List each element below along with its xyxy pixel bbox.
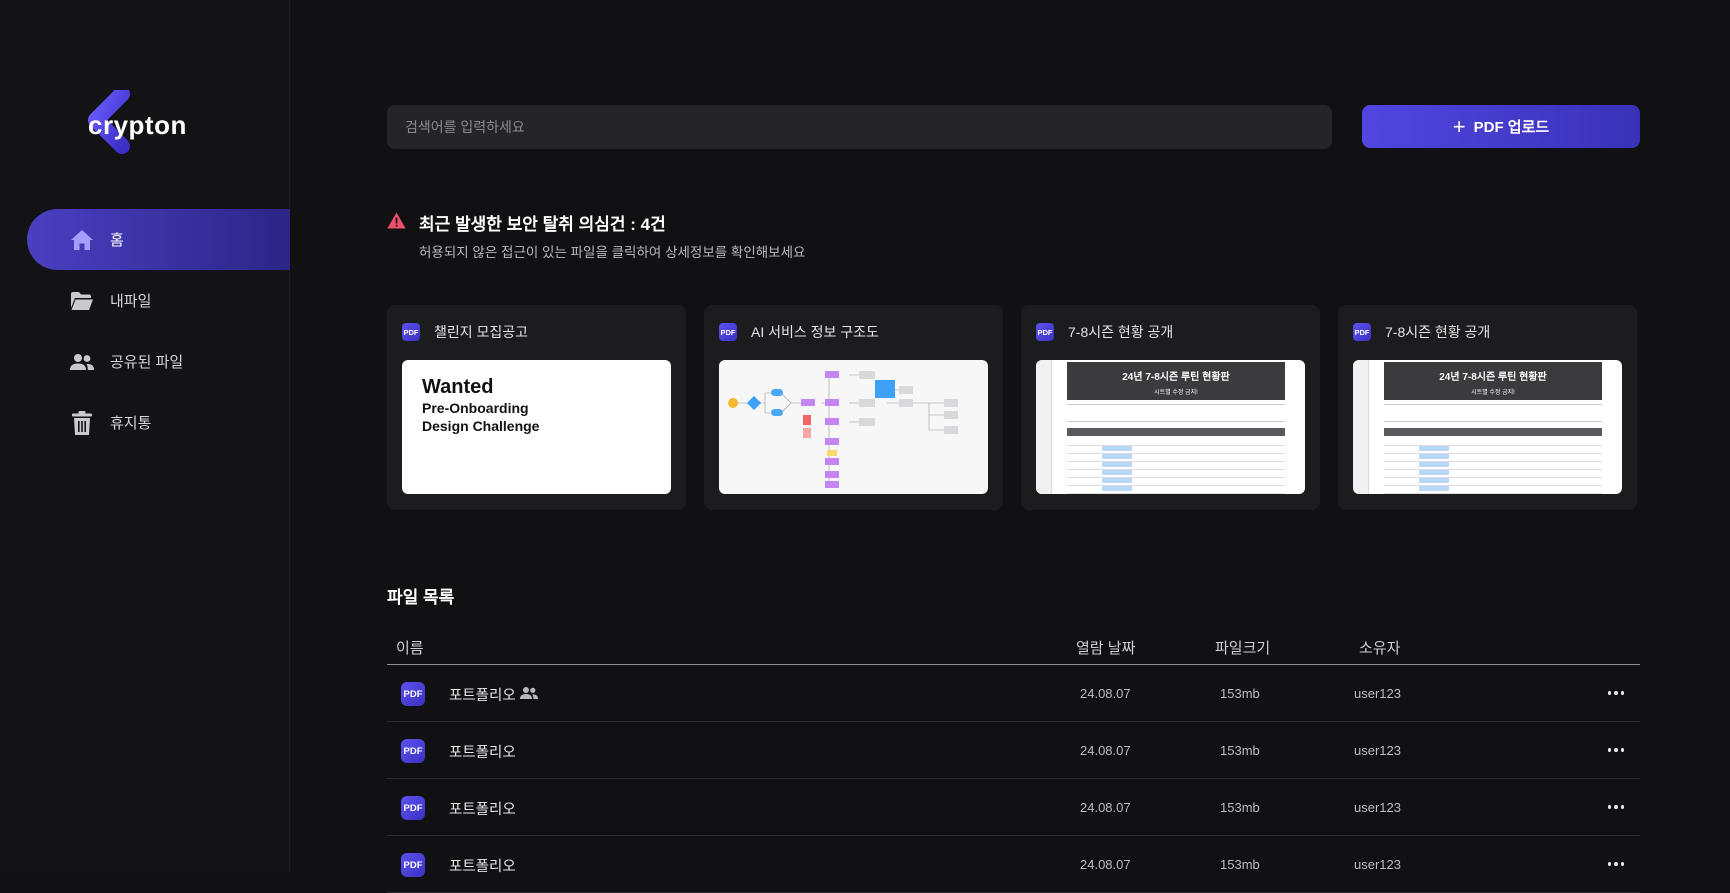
pdf-file-icon: PDF: [401, 739, 425, 763]
file-table: 이름 열람 날짜 파일크기 소유자 PDF 포트폴리오 24.08.07 153…: [387, 628, 1640, 893]
card-thumbnail: 24년 7-8시즌 루틴 현황판 시트별 수정 금지!: [1036, 360, 1305, 494]
table-row[interactable]: PDF 포트폴리오 24.08.07 153mb user123: [387, 779, 1640, 836]
shared-people-icon: [520, 687, 538, 699]
file-name: 포트폴리오: [449, 688, 516, 704]
pdf-upload-button[interactable]: + PDF 업로드: [1362, 105, 1640, 148]
sidebar-item-shared-files[interactable]: 공유된 파일: [27, 331, 290, 392]
file-owner: user123: [1354, 800, 1401, 815]
file-card[interactable]: PDF 7-8시즌 현황 공개 24년 7-8시즌 루틴 현황판 시트별 수정 …: [1338, 305, 1637, 510]
thumb-line-1: Wanted: [422, 376, 494, 398]
sidebar-item-label: 홈: [110, 232, 124, 249]
people-icon: [70, 350, 94, 374]
sidebar-item-home[interactable]: 홈: [27, 209, 290, 270]
alert-title: 최근 발생한 보안 탈취 의심건 : 4건: [419, 215, 666, 234]
crypton-logo[interactable]: crypton: [88, 90, 228, 160]
folder-icon: [70, 289, 94, 313]
file-owner: user123: [1354, 743, 1401, 758]
more-options-icon[interactable]: [1604, 852, 1628, 876]
alert-subtitle: 허용되지 않은 접근이 있는 파일을 클릭하여 상세정보를 확인해보세요: [419, 245, 806, 260]
pdf-file-icon: PDF: [719, 323, 737, 341]
sidebar-nav: 홈 내파일 공유된 파일 휴지통: [27, 209, 290, 453]
pdf-file-icon: PDF: [401, 853, 425, 877]
flowchart-thumbnail-icon: [728, 371, 958, 488]
file-name: 포트폴리오: [449, 859, 516, 875]
card-title: 7-8시즌 현황 공개: [1068, 324, 1174, 340]
file-list-title: 파일 목록: [387, 588, 455, 607]
trash-icon: [70, 410, 94, 435]
file-size: 153mb: [1220, 743, 1260, 758]
thumb-line-3: Design Challenge: [422, 418, 540, 434]
sidebar-item-label: 휴지통: [110, 415, 152, 432]
file-date: 24.08.07: [1080, 800, 1131, 815]
thumb-subheading: 시트별 수정 금지!: [1471, 390, 1515, 396]
pdf-file-icon: PDF: [401, 682, 425, 706]
file-size: 153mb: [1220, 857, 1260, 872]
sidebar: crypton 홈 내파일 공유된 파일 휴지통: [0, 0, 290, 872]
file-card[interactable]: PDF 7-8시즌 현황 공개 24년 7-8시즌 루틴 현황판 시트별 수정 …: [1021, 305, 1320, 510]
table-header: 이름 열람 날짜 파일크기 소유자: [387, 628, 1640, 665]
file-date: 24.08.07: [1080, 743, 1131, 758]
recent-files-cards: PDF 챌린지 모집공고 Wanted Pre-Onboarding Desig…: [387, 305, 1640, 510]
card-title: 7-8시즌 현황 공개: [1385, 324, 1491, 340]
search-input[interactable]: [387, 105, 1332, 149]
sidebar-item-label: 공유된 파일: [110, 354, 184, 371]
card-thumbnail: [719, 360, 988, 494]
card-thumbnail: Wanted Pre-Onboarding Design Challenge: [402, 360, 671, 494]
file-date: 24.08.07: [1080, 686, 1131, 701]
table-row[interactable]: PDF 포트폴리오 24.08.07 153mb user123: [387, 722, 1640, 779]
more-options-icon[interactable]: [1604, 795, 1628, 819]
sidebar-item-label: 내파일: [110, 293, 152, 310]
table-row[interactable]: PDF 포트폴리오 24.08.07 153mb user123: [387, 665, 1640, 722]
card-header: PDF 7-8시즌 현황 공개: [1036, 322, 1173, 342]
file-date: 24.08.07: [1080, 857, 1131, 872]
file-size: 153mb: [1220, 686, 1260, 701]
card-title: AI 서비스 정보 구조도: [751, 324, 879, 340]
file-owner: user123: [1354, 686, 1401, 701]
upload-label: PDF 업로드: [1473, 119, 1550, 136]
column-date[interactable]: 열람 날짜: [1076, 637, 1135, 658]
column-name[interactable]: 이름: [396, 637, 424, 658]
home-icon: [70, 228, 94, 252]
pdf-file-icon: PDF: [402, 323, 420, 341]
file-size: 153mb: [1220, 800, 1260, 815]
thumb-heading: 24년 7-8시즌 루틴 현황판: [1122, 372, 1230, 383]
main-content: + PDF 업로드 최근 발생한 보안 탈취 의심건 : 4건 허용되지 않은 …: [387, 0, 1640, 893]
pdf-file-icon: PDF: [1036, 323, 1054, 341]
logo-text: crypton: [88, 110, 187, 140]
file-card[interactable]: PDF AI 서비스 정보 구조도: [704, 305, 1003, 510]
file-owner: user123: [1354, 857, 1401, 872]
card-header: PDF 챌린지 모집공고: [402, 322, 528, 342]
file-name: 포트폴리오: [449, 745, 516, 761]
card-title: 챌린지 모집공고: [434, 324, 529, 340]
pdf-file-icon: PDF: [1353, 323, 1371, 341]
file-card[interactable]: PDF 챌린지 모집공고 Wanted Pre-Onboarding Desig…: [387, 305, 686, 510]
more-options-icon[interactable]: [1604, 681, 1628, 705]
table-row[interactable]: PDF 포트폴리오 24.08.07 153mb user123: [387, 836, 1640, 893]
file-name: 포트폴리오: [449, 802, 516, 818]
thumb-subheading: 시트별 수정 금지!: [1154, 390, 1198, 396]
sidebar-item-trash[interactable]: 휴지통: [27, 392, 290, 453]
plus-icon: +: [1452, 113, 1466, 139]
column-owner[interactable]: 소유자: [1359, 637, 1400, 658]
warning-icon: [387, 212, 406, 229]
more-options-icon[interactable]: [1604, 738, 1628, 762]
sidebar-item-my-files[interactable]: 내파일: [27, 270, 290, 331]
pdf-file-icon: PDF: [401, 796, 425, 820]
thumb-line-2: Pre-Onboarding: [422, 400, 529, 416]
card-thumbnail: 24년 7-8시즌 루틴 현황판 시트별 수정 금지!: [1353, 360, 1622, 494]
thumb-heading: 24년 7-8시즌 루틴 현황판: [1439, 372, 1547, 383]
card-header: PDF 7-8시즌 현황 공개: [1353, 322, 1490, 342]
column-size[interactable]: 파일크기: [1215, 637, 1270, 658]
card-header: PDF AI 서비스 정보 구조도: [719, 322, 879, 342]
